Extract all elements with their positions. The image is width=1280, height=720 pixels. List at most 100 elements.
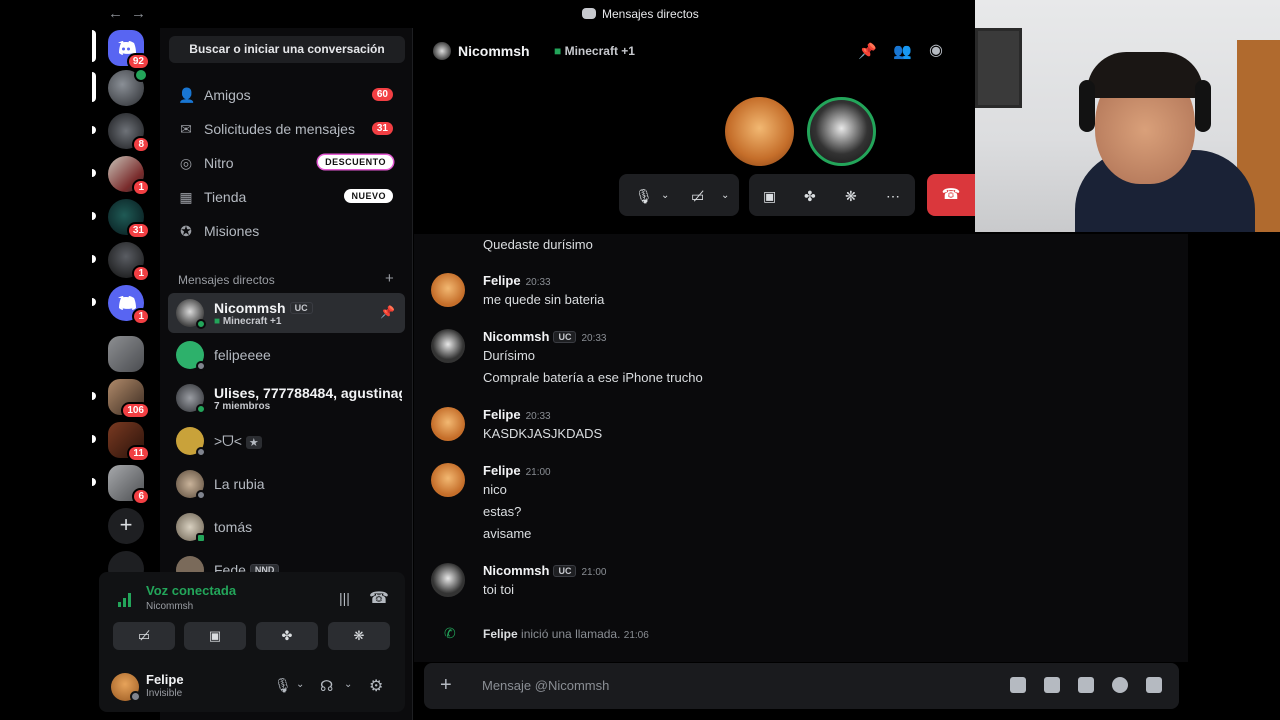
message-header: Nicommsh UC 21:00 [483,563,607,578]
online-status-icon [196,404,206,414]
dm-name: tomás [214,519,253,535]
emoji-icon[interactable] [1112,677,1128,693]
server-icon[interactable]: 31 [108,199,150,239]
pin-icon[interactable]: 📌 [380,305,395,319]
camera-off-button[interactable]: ▭̸ [113,622,175,650]
server-icon[interactable]: 11 [108,422,150,462]
camera-off-icon[interactable]: ▭̸ [691,188,704,205]
person-hair [1087,52,1203,98]
user-name[interactable]: Felipe [146,672,184,687]
microphone-icon[interactable]: 🎙 [274,677,292,694]
phone-icon: ✆ [444,625,456,641]
star-icon: ★ [245,436,262,449]
voice-channel[interactable]: Nicommsh [146,601,193,612]
add-server-button[interactable]: + [108,508,144,544]
message-avatar[interactable] [431,329,465,363]
chevron-down-icon[interactable]: ⌄ [661,190,669,201]
message-composer: + Mensaje @Nicommsh [424,663,1179,709]
chevron-down-icon[interactable]: ⌄ [344,679,352,690]
server-icon[interactable]: 1 [108,156,150,196]
home-button[interactable]: 92 [108,30,150,70]
promo-tag: DESCUENTO [318,155,393,169]
window-title: Mensajes directos [582,7,699,21]
screen-share-icon[interactable]: ▣ [763,188,776,205]
apps-icon[interactable] [1146,677,1162,693]
disconnect-icon[interactable]: ☎ [369,588,389,608]
message-avatar[interactable] [431,563,465,597]
unread-badge: 8 [132,136,150,153]
activities-icon: ✤ [281,628,293,643]
nav-label: Solicitudes de mensajes [204,121,355,137]
hang-up-button[interactable]: ☎ [927,174,975,216]
headphone-left [1079,80,1095,132]
unread-badge: 106 [121,402,150,419]
message-list: Quedaste durísimo Felipe 20:33 me quede s… [414,234,1188,662]
activities-icon[interactable]: ✤ [804,188,816,205]
create-dm-plus-icon[interactable]: + [385,270,394,287]
soundboard-icon[interactable]: ❋ [845,188,857,205]
nav-label: Nitro [204,155,234,171]
server-icon[interactable]: 6 [108,465,150,505]
dm-item-face[interactable]: >ᗜ< ★ [168,421,405,461]
message-text: estas? [483,504,522,519]
message-avatar[interactable] [431,407,465,441]
count-badge: 31 [371,122,393,135]
search-conversation-button[interactable]: Buscar o iniciar una conversación [169,36,405,63]
participant-avatar-nicommsh[interactable] [807,97,876,166]
dm-item-nicommsh[interactable]: Nicommsh UC ■ Minecraft +1 📌 [168,293,405,333]
channel-name[interactable]: Nicommsh [458,43,530,59]
nav-message-requests[interactable]: ✉ Solicitudes de mensajes 31 [168,112,405,146]
dm-item-fede[interactable]: Fede NND [168,550,405,574]
sticker-icon[interactable] [1078,677,1094,693]
chevron-down-icon[interactable]: ⌄ [296,679,304,690]
dm-name: La rubia [214,476,265,492]
nav-quests[interactable]: ✪ Misiones [168,214,405,248]
tag-badge: UC [553,565,577,577]
nav-friends[interactable]: 👤 Amigos 60 [168,78,405,112]
chevron-down-icon[interactable]: ⌄ [721,190,729,201]
pin-icon[interactable]: 📌 [858,42,877,60]
message-input[interactable]: Mensaje @Nicommsh [482,678,609,693]
online-status-icon [196,319,206,329]
message-text: toi toi [483,582,515,597]
profile-icon[interactable]: ◉ [929,40,943,60]
server-icon[interactable] [108,336,144,372]
dm-item-group[interactable]: Ulises, 777788484, agustinagu... 7 miemb… [168,378,405,418]
dm-item-felipeeee[interactable]: felipeeee [168,335,405,375]
gif-icon[interactable] [1044,677,1060,693]
microphone-icon[interactable]: 🎙 [635,188,653,205]
tag-badge: UC [553,331,577,343]
server-icon[interactable]: 106 [108,379,150,419]
unread-dot [92,169,96,177]
offline-status-icon [196,447,206,457]
message-text: Quedaste durísimo [483,237,593,252]
attach-plus-icon[interactable]: + [440,674,452,697]
message-avatar[interactable] [431,273,465,307]
noise-suppression-icon[interactable]: ||| [339,590,350,606]
gift-icon[interactable] [1010,677,1026,693]
voice-status[interactable]: Voz conectada [146,583,236,598]
nav-shop[interactable]: ▦ Tienda NUEVO [168,180,405,214]
server-icon[interactable] [108,68,148,106]
soundboard-button[interactable]: ❋ [328,622,390,650]
gamepad-icon: ■ [554,44,565,58]
mobile-status-icon [196,533,206,543]
settings-gear-icon[interactable]: ⚙ [369,676,383,696]
dm-item-tomas[interactable]: tomás [168,507,405,547]
nav-label: Amigos [204,87,251,103]
dm-item-la-rubia[interactable]: La rubia [168,464,405,504]
signal-icon[interactable] [116,590,134,608]
message-avatar[interactable] [431,463,465,497]
server-icon[interactable]: 1 [108,285,150,325]
server-icon[interactable]: 8 [108,113,150,153]
add-friend-icon[interactable]: 👥 [893,42,912,60]
participant-avatar-felipe[interactable] [725,97,794,166]
server-icon[interactable]: 1 [108,242,150,282]
screen-share-button[interactable]: ▣ [184,622,246,650]
screen-share-icon: ▣ [208,628,222,643]
nav-nitro[interactable]: ◎ Nitro DESCUENTO [168,146,405,180]
history-nav[interactable]: ←→ [108,5,154,22]
more-icon[interactable]: ⋯ [886,188,900,205]
headphones-icon[interactable]: ☊ [320,677,333,695]
activities-button[interactable]: ✤ [256,622,318,650]
